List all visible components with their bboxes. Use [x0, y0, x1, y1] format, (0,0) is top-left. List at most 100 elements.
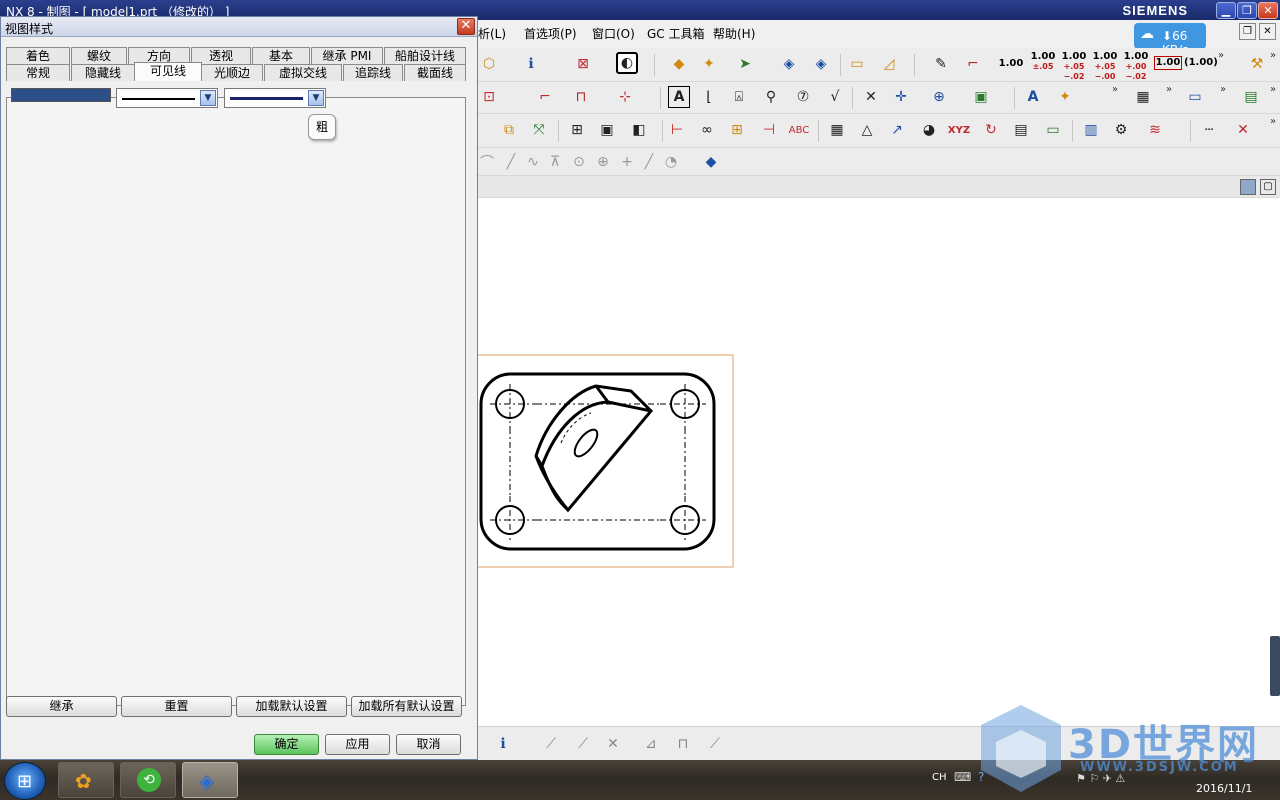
gear-icon[interactable]: ⚙ — [1110, 119, 1132, 141]
image-icon[interactable]: ▣ — [970, 86, 992, 108]
hammer-icon[interactable]: ⚒ — [1246, 53, 1268, 75]
dim-style-2[interactable]: 1.00 +.05 −.02 — [1060, 52, 1088, 82]
part-list-icon[interactable]: ▥ — [1080, 119, 1102, 141]
copy-view-icon[interactable]: ⧉ — [498, 119, 520, 141]
line-2-icon[interactable]: ╱ — [638, 151, 660, 173]
xxx-line-icon[interactable]: ✕ — [1232, 119, 1254, 141]
ordinate-icon[interactable]: ⊣ — [758, 119, 780, 141]
dimension-icon[interactable]: ⊢ — [666, 119, 688, 141]
abc-dim-icon[interactable]: ABC — [788, 119, 810, 141]
line-color-swatch[interactable] — [11, 88, 111, 102]
render-style-icon[interactable]: ◐ — [616, 52, 638, 74]
drafting-icon[interactable]: ⬡ — [478, 53, 500, 75]
table-dim-icon[interactable]: ▤ — [1010, 119, 1032, 141]
tab-general[interactable]: 常规 — [6, 64, 70, 81]
snap-end-icon[interactable]: ⟋ — [540, 733, 562, 755]
more-chevron-icon[interactable]: » — [1166, 84, 1172, 95]
snap-angle-icon[interactable]: ⊿ — [640, 733, 662, 755]
pattern-icon[interactable]: ≋ — [1144, 119, 1166, 141]
tab-visible-lines[interactable]: 可见线 — [134, 62, 202, 81]
dim-style-5[interactable]: 1.00 — [1154, 56, 1182, 70]
edit-settings-icon[interactable]: ✦ — [1054, 86, 1076, 108]
update-view-icon[interactable]: ◧ — [628, 119, 650, 141]
menu-gc-toolbox[interactable]: GC 工具箱 — [647, 25, 705, 42]
fit-view-icon[interactable]: ⊠ — [572, 53, 594, 75]
line-width-select[interactable]: ▼ — [224, 88, 326, 108]
hatch-icon[interactable]: ▦ — [826, 119, 848, 141]
menu-window[interactable]: 窗口(O) — [592, 25, 635, 42]
minimize-button[interactable]: ▁ — [1216, 2, 1236, 19]
view-boundary-icon[interactable]: ⊞ — [566, 119, 588, 141]
crosshair-icon[interactable]: ⊕ — [928, 86, 950, 108]
taskbar-app-nx[interactable]: ◈ — [182, 762, 238, 798]
layers-icon[interactable]: ▤ — [1240, 86, 1262, 108]
input-language[interactable]: CH — [932, 772, 947, 783]
balloon-icon[interactable]: ⑦ — [792, 86, 814, 108]
search-icon[interactable]: ⚲ — [760, 86, 782, 108]
more-chevron-icon[interactable]: » — [1112, 84, 1118, 95]
dim-style-4[interactable]: 1.00 +.00 −.02 — [1122, 52, 1150, 82]
note-icon[interactable]: A — [668, 86, 690, 108]
circle-center-icon[interactable]: ⊕ — [592, 151, 614, 173]
dim-style-3[interactable]: 1.00 +.05 −.00 — [1091, 52, 1119, 82]
line-font-select[interactable]: ▼ — [116, 88, 218, 108]
filter-icon[interactable]: ◈ — [810, 53, 832, 75]
dialog-close-button[interactable]: ✕ — [457, 18, 475, 35]
tab-ship-design-lines[interactable]: 船舶设计线 — [384, 47, 466, 64]
grid-dim-icon[interactable]: ⊞ — [726, 119, 748, 141]
tab-basic[interactable]: 基本 — [252, 47, 310, 64]
orient-icon[interactable]: ⤧ — [528, 119, 550, 141]
chevron-down-icon[interactable]: ▼ — [200, 90, 216, 106]
arc-icon[interactable]: ⌒ — [476, 151, 498, 173]
taskbar-app-refresh[interactable]: ⟲ — [120, 762, 176, 798]
zoom-region-icon[interactable]: ⊡ — [478, 86, 500, 108]
more-chevron-icon[interactable]: » — [1270, 84, 1276, 95]
inherit-button[interactable]: 继承 — [6, 696, 117, 717]
menu-preferences[interactable]: 首选项(P) — [524, 25, 577, 42]
tab-smooth-edges[interactable]: 光顺边 — [201, 64, 263, 81]
tab-inherit-pmi[interactable]: 继承 PMI — [311, 47, 383, 64]
tab-thread[interactable]: 螺纹 — [71, 47, 127, 64]
vector-icon[interactable]: ↗ — [886, 119, 908, 141]
line-icon[interactable]: ╱ — [500, 151, 522, 173]
doc-restore-button[interactable]: ❐ — [1239, 23, 1256, 40]
tab-section-lines[interactable]: 截面线 — [404, 64, 466, 81]
snap-mid-icon[interactable]: ⟋ — [572, 733, 594, 755]
more-chevron-icon[interactable]: » — [1270, 116, 1276, 127]
doc-close-button[interactable]: ✕ — [1259, 23, 1276, 40]
fillet-icon[interactable]: ⊼ — [544, 151, 566, 173]
info-icon[interactable]: ℹ — [520, 53, 542, 75]
load-all-defaults-button[interactable]: 加载所有默认设置 — [351, 696, 462, 717]
menu-help[interactable]: 帮助(H) — [713, 25, 755, 42]
datum-icon[interactable]: ⍓ — [728, 86, 750, 108]
xyz-icon[interactable]: XYZ — [948, 119, 970, 141]
start-button[interactable]: ⊞ — [4, 762, 46, 800]
load-defaults-button[interactable]: 加载默认设置 — [236, 696, 347, 717]
view-style-icon[interactable] — [1240, 179, 1256, 195]
vertical-scrollbar[interactable] — [1270, 636, 1280, 696]
centerline-icon[interactable]: ⊹ — [614, 86, 636, 108]
more-chevron-icon[interactable]: » — [1220, 84, 1226, 95]
more-chevron-icon[interactable]: » — [1218, 50, 1224, 61]
info-point-icon[interactable]: ℹ — [492, 733, 514, 755]
reset-button[interactable]: 重置 — [121, 696, 232, 717]
tab-shading[interactable]: 着色 — [6, 47, 70, 64]
pen-icon[interactable]: ✎ — [930, 53, 952, 75]
fit-icon[interactable]: ▢ — [1260, 179, 1276, 195]
apply-button[interactable]: 应用 — [325, 734, 390, 755]
snap-tangent-icon[interactable]: ⟋ — [704, 733, 726, 755]
detail-view-icon[interactable]: ▣ — [596, 119, 618, 141]
pie-icon[interactable]: ◔ — [660, 151, 682, 173]
tab-hidden-lines[interactable]: 隐藏线 — [71, 64, 135, 81]
circle-icon[interactable]: ⊙ — [568, 151, 590, 173]
measure-icon[interactable]: ▭ — [846, 53, 868, 75]
dim-style-6[interactable]: (1.00) — [1184, 58, 1218, 68]
break-view-icon[interactable]: ⊓ — [570, 86, 592, 108]
ok-button[interactable]: 确定 — [254, 734, 319, 755]
spline-icon[interactable]: ∿ — [522, 151, 544, 173]
selection-icon[interactable]: ◈ — [778, 53, 800, 75]
surface-finish-icon[interactable]: √ — [824, 86, 846, 108]
frame-icon[interactable]: ⌐ — [962, 53, 984, 75]
angle-icon[interactable]: ◿ — [878, 53, 900, 75]
snap-icon[interactable]: ◆ — [668, 53, 690, 75]
